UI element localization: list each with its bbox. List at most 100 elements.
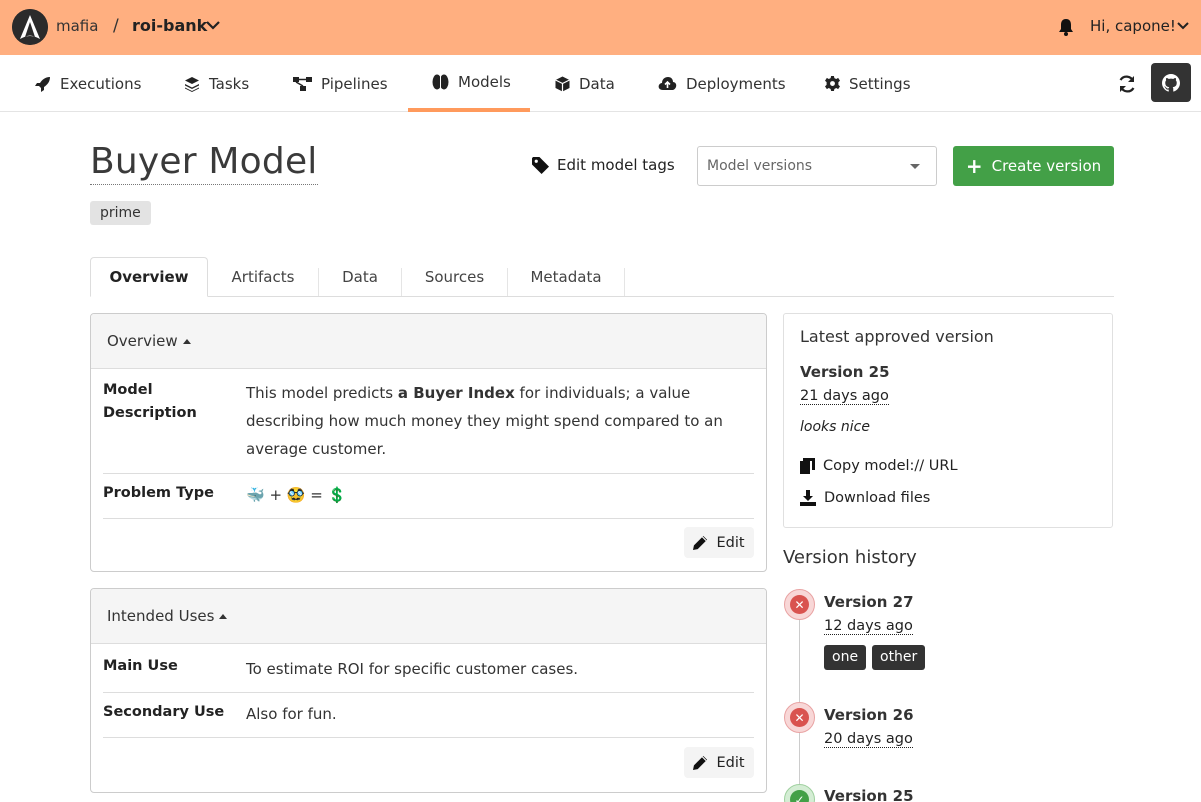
version-tag: one	[824, 645, 867, 670]
tab-metadata[interactable]: Metadata	[508, 257, 624, 297]
edit-label: Edit	[716, 534, 745, 551]
tab-sources[interactable]: Sources	[402, 257, 507, 297]
pipeline-icon	[293, 76, 312, 91]
caret-up-icon	[219, 613, 228, 619]
main-use-value: To estimate ROI for specific customer ca…	[246, 660, 579, 678]
caret-up-icon	[182, 338, 191, 344]
rejected-status-icon: ✕	[784, 702, 815, 733]
copy-icon	[800, 458, 815, 474]
user-menu[interactable]: Hi, capone!	[1090, 17, 1176, 35]
history-version-title[interactable]: Version 27	[824, 593, 914, 611]
intended-uses-card: Intended Uses Main Use To estimate ROI f…	[90, 588, 767, 793]
approved-version-time: 21 days ago	[800, 388, 889, 405]
problem-type-label: Problem Type	[103, 485, 214, 501]
top-bar: mafia / roi-bank Hi, capone!	[0, 0, 1201, 55]
secondary-use-label: Secondary Use	[103, 704, 225, 720]
approved-version-note: looks nice	[800, 419, 870, 435]
version-tag: other	[872, 645, 926, 670]
create-version-label: Create version	[991, 157, 1102, 175]
check-circle-icon: ✓	[790, 790, 809, 802]
shark-logo-icon	[12, 9, 48, 45]
nav-pipelines[interactable]: Pipelines	[293, 55, 388, 112]
layers-icon	[185, 76, 199, 92]
nav-label: Pipelines	[321, 74, 388, 93]
download-icon	[800, 490, 816, 506]
download-files-button[interactable]: Download files	[800, 490, 930, 506]
overview-card-header[interactable]: Overview	[91, 314, 766, 369]
main-use-label: Main Use	[103, 658, 178, 674]
close-circle-icon: ✕	[790, 708, 809, 727]
model-versions-placeholder: Model versions	[707, 158, 813, 174]
nav-data[interactable]: Data	[555, 55, 615, 112]
bell-icon[interactable]	[1056, 17, 1076, 37]
tab-overview[interactable]: Overview	[90, 257, 208, 297]
history-version-time: 20 days ago	[824, 731, 913, 748]
edit-label: Edit	[716, 754, 745, 771]
latest-approved-heading: Latest approved version	[800, 327, 994, 346]
tab-data[interactable]: Data	[319, 257, 401, 297]
main-nav: Executions Tasks Pipelines Models Data D…	[0, 55, 1201, 112]
gear-icon	[825, 76, 840, 91]
edit-intended-uses-button[interactable]: Edit	[684, 747, 754, 778]
nav-tasks[interactable]: Tasks	[184, 55, 249, 112]
project-selector[interactable]: roi-bank	[132, 16, 207, 35]
nav-settings[interactable]: Settings	[825, 55, 911, 112]
close-circle-icon: ✕	[790, 595, 809, 614]
secondary-use-row: Secondary Use Also for fun.	[103, 693, 754, 738]
problem-type-row: Problem Type 🐳 + 🥸 = 💲	[103, 474, 754, 519]
problem-type-value: 🐳 + 🥸 = 💲	[246, 486, 347, 504]
model-description-row: Model Description This model predicts a …	[103, 369, 754, 474]
nav-label: Executions	[60, 74, 142, 93]
latest-approved-panel: Latest approved version Version 25 21 da…	[783, 313, 1113, 528]
main-use-row: Main Use To estimate ROI for specific cu…	[103, 644, 754, 693]
cube-icon	[555, 76, 570, 91]
cloud-upload-icon	[658, 77, 677, 90]
model-description-label: Model Description	[103, 382, 197, 421]
approved-version-title[interactable]: Version 25	[800, 363, 890, 381]
caret-down-icon	[910, 164, 920, 169]
create-version-button[interactable]: + Create version	[953, 146, 1114, 186]
pencil-icon	[693, 755, 708, 770]
download-files-label: Download files	[824, 490, 931, 506]
chevron-down-icon[interactable]	[1176, 21, 1190, 31]
secondary-use-value: Also for fun.	[246, 705, 337, 723]
model-description-value: This model predicts a Buyer Index for in…	[246, 379, 766, 463]
nav-label: Models	[458, 72, 511, 91]
pencil-icon	[693, 535, 708, 550]
rocket-icon	[35, 76, 50, 92]
copy-model-url-button[interactable]: Copy model:// URL	[800, 458, 958, 474]
nav-label: Deployments	[686, 74, 786, 93]
org-name[interactable]: mafia	[56, 17, 98, 35]
model-tag: prime	[90, 201, 151, 225]
plus-icon: +	[965, 154, 983, 178]
overview-card-title: Overview	[107, 332, 178, 350]
overview-card: Overview Model Description This model pr…	[90, 313, 767, 572]
intended-uses-card-header[interactable]: Intended Uses	[91, 589, 766, 644]
model-versions-select[interactable]: Model versions	[697, 146, 937, 186]
nav-executions[interactable]: Executions	[35, 55, 141, 112]
history-version-time: 12 days ago	[824, 618, 913, 635]
logo[interactable]	[12, 9, 48, 45]
rejected-status-icon: ✕	[784, 589, 815, 620]
version-history-heading: Version history	[783, 547, 917, 568]
github-button[interactable]	[1151, 63, 1191, 102]
edit-overview-button[interactable]: Edit	[684, 527, 754, 558]
nav-models[interactable]: Models	[408, 55, 530, 112]
history-version-title[interactable]: Version 26	[824, 706, 914, 724]
nav-label: Settings	[849, 74, 911, 93]
nav-deployments[interactable]: Deployments	[658, 55, 786, 112]
history-version-title[interactable]: Version 25	[824, 787, 914, 802]
github-icon	[1162, 73, 1180, 92]
refresh-icon[interactable]	[1116, 73, 1138, 95]
page-title[interactable]: Buyer Model	[90, 141, 318, 185]
tag-icon	[532, 156, 549, 174]
edit-model-tags-button[interactable]: Edit model tags	[532, 156, 675, 174]
brain-icon	[432, 74, 449, 89]
chevron-down-icon[interactable]	[205, 19, 221, 31]
nav-label: Data	[579, 74, 615, 93]
copy-model-url-label: Copy model:// URL	[823, 458, 958, 474]
description-text: This model predicts	[246, 384, 398, 402]
nav-label: Tasks	[209, 74, 250, 93]
approved-status-icon: ✓	[784, 784, 815, 802]
tab-artifacts[interactable]: Artifacts	[208, 257, 318, 297]
